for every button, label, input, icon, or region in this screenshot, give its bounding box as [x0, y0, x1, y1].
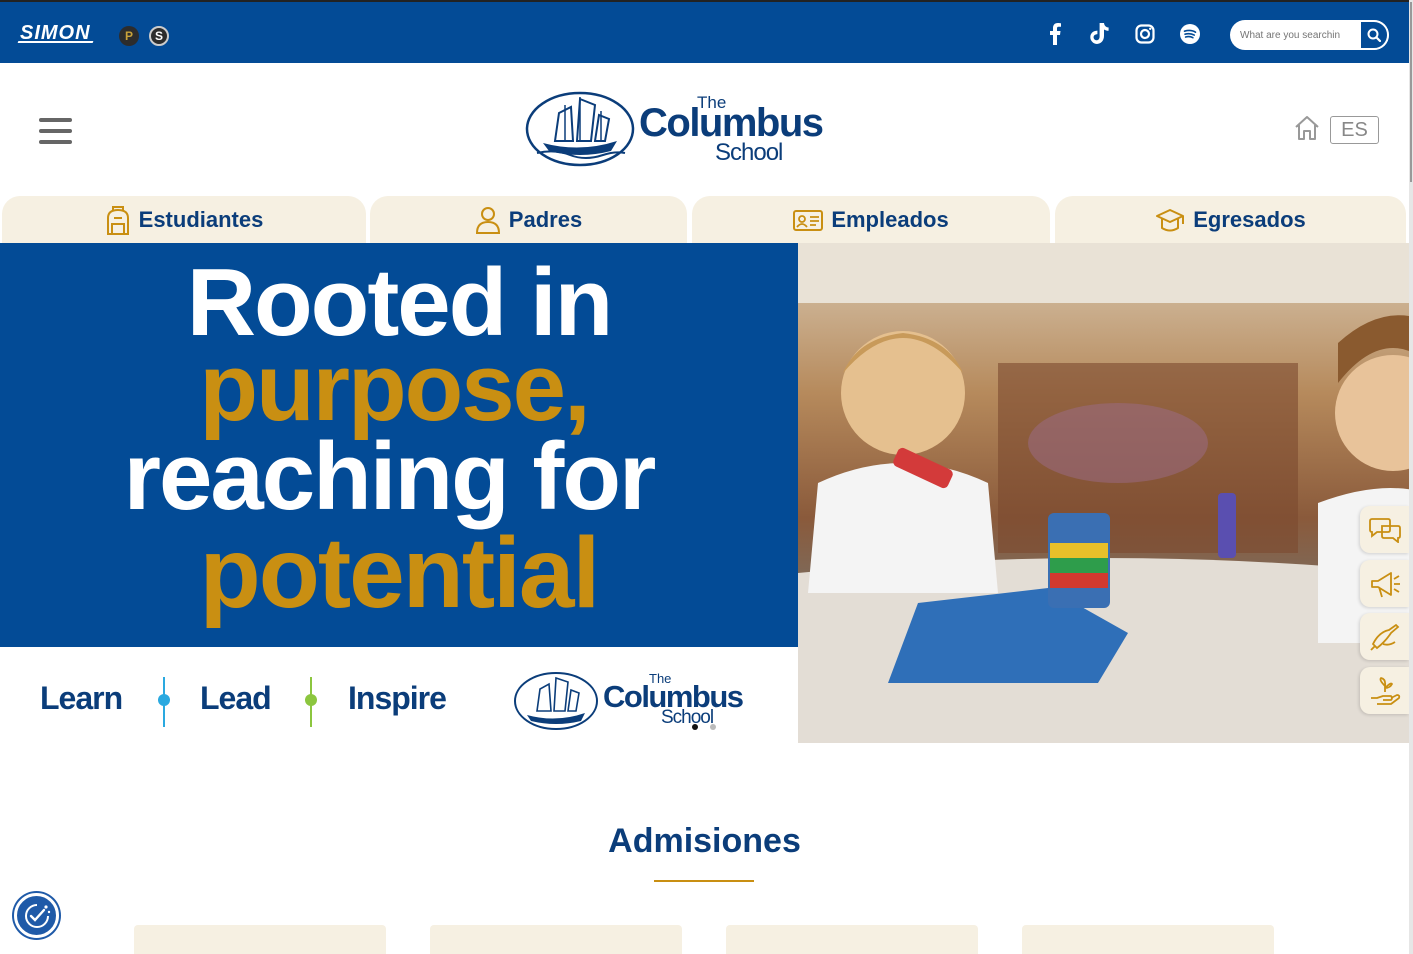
- top-bar: SIMON P S: [0, 0, 1409, 63]
- search-icon: [1367, 28, 1381, 42]
- carousel-dot-active[interactable]: [692, 724, 698, 730]
- hero-line-4: potential: [199, 517, 601, 629]
- tab-padres[interactable]: Padres: [370, 196, 687, 244]
- user-icon: [475, 207, 500, 234]
- graduation-cap-icon: [1156, 209, 1185, 232]
- accessibility-button[interactable]: [14, 893, 59, 938]
- tab-label: Empleados: [831, 207, 949, 232]
- carousel-dot[interactable]: [710, 724, 716, 730]
- tab-label: Estudiantes: [138, 207, 264, 232]
- hero-photo-children-crafting: [798, 243, 1409, 743]
- search-input[interactable]: [1230, 20, 1359, 50]
- tab-estudiantes[interactable]: Estudiantes: [2, 196, 366, 244]
- spotify-icon[interactable]: [1177, 21, 1203, 47]
- donate-button[interactable]: [1360, 667, 1409, 714]
- columbus-school-logo[interactable]: The Columbus School: [525, 91, 830, 167]
- chat-button[interactable]: [1360, 506, 1409, 553]
- backpack-icon: [106, 206, 129, 235]
- tag-lead: Lead: [200, 680, 272, 716]
- signup-button[interactable]: [1360, 613, 1409, 660]
- admission-card[interactable]: [1022, 925, 1274, 954]
- home-icon[interactable]: [1293, 114, 1321, 147]
- scrollbar-thumb[interactable]: [1410, 2, 1412, 182]
- heading-underline: [654, 880, 754, 882]
- facebook-icon[interactable]: [1042, 21, 1068, 47]
- columbus-school-logo-small: The Columbus School: [513, 671, 748, 731]
- admisiones-heading: Admisiones: [608, 822, 801, 860]
- hand-plant-icon: [1370, 676, 1400, 705]
- chat-icon: [1368, 517, 1401, 543]
- admission-card[interactable]: [430, 925, 682, 954]
- hand-pen-icon: [1369, 623, 1399, 651]
- logo-school: School: [661, 707, 714, 728]
- search-button[interactable]: [1359, 20, 1389, 50]
- search-box: [1230, 20, 1389, 50]
- tiktok-icon[interactable]: [1087, 21, 1113, 47]
- language-toggle[interactable]: ES: [1330, 116, 1379, 144]
- divider-dot: [305, 694, 317, 706]
- megaphone-icon: [1370, 571, 1400, 597]
- id-card-icon: [793, 210, 824, 231]
- tag-inspire: Inspire: [348, 680, 447, 716]
- announcements-button[interactable]: [1360, 560, 1409, 607]
- tab-label: Egresados: [1193, 207, 1306, 232]
- p-badge-icon[interactable]: P: [119, 26, 139, 46]
- tab-label: Padres: [508, 207, 583, 232]
- s-badge-icon[interactable]: S: [149, 26, 169, 46]
- tab-egresados[interactable]: Egresados: [1055, 196, 1406, 244]
- tag-learn: Learn: [40, 680, 123, 716]
- logo-school: School: [715, 139, 783, 166]
- simon-logo[interactable]: SIMON: [20, 22, 91, 45]
- tab-empleados[interactable]: Empleados: [692, 196, 1050, 244]
- menu-hamburger-icon[interactable]: [39, 118, 72, 144]
- admission-card[interactable]: [726, 925, 978, 954]
- divider-dot: [158, 694, 170, 706]
- accessibility-icon: [24, 903, 50, 928]
- instagram-icon[interactable]: [1132, 21, 1158, 47]
- admission-card[interactable]: [134, 925, 386, 954]
